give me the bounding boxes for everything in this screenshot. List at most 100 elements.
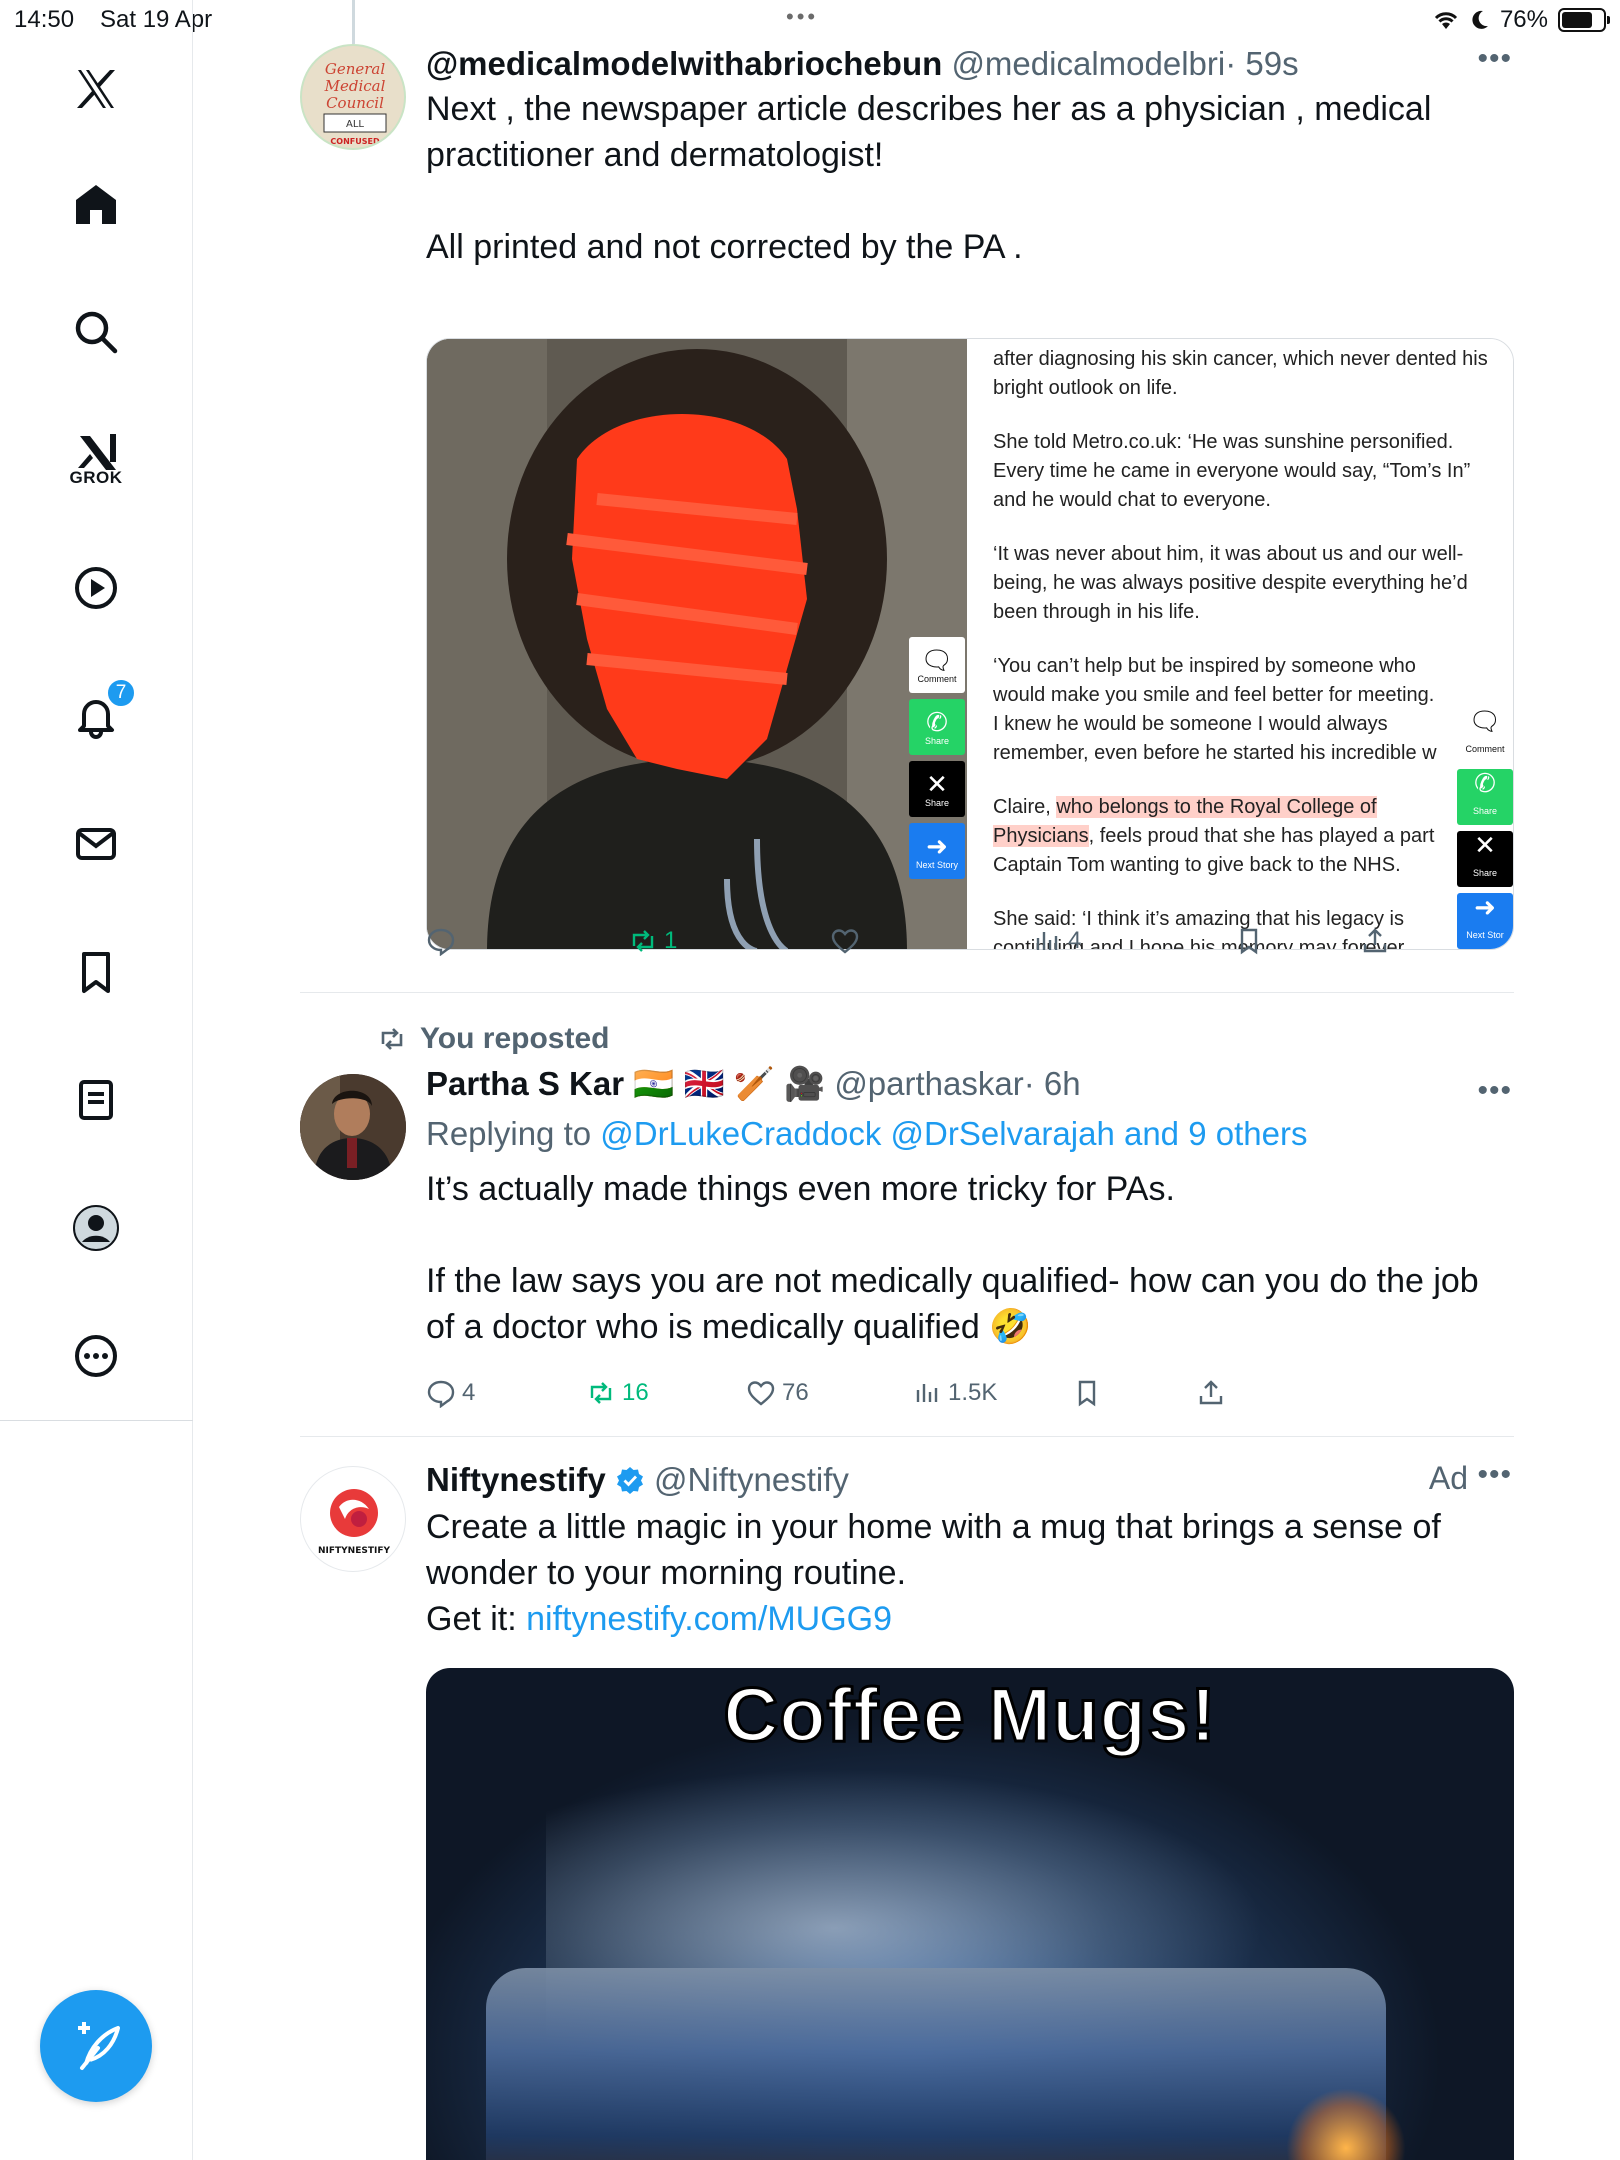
bookmark-button[interactable]	[1234, 926, 1264, 956]
bookmarks-icon[interactable]	[62, 938, 130, 1006]
arrow-right-icon: ➜	[1474, 891, 1496, 922]
tweet-text: Create a little magic in your home with …	[426, 1508, 1451, 1592]
reply-button[interactable]: 4	[426, 1378, 475, 1408]
lists-icon[interactable]	[62, 1066, 130, 1134]
niftynestify-logo: NIFTYNESTIFY	[318, 1489, 390, 1556]
reply-icon	[427, 928, 455, 956]
tweet-header: @medicalmodelwithabriochebun @medicalmod…	[426, 44, 1514, 84]
like-button[interactable]: 76	[746, 1378, 809, 1408]
compose-button[interactable]	[40, 1990, 152, 2102]
reply-button[interactable]	[426, 926, 462, 956]
author-handle[interactable]: @parthaskar	[834, 1065, 1023, 1102]
share-button[interactable]	[1360, 926, 1390, 956]
more-options-icon[interactable]: •••	[1477, 1074, 1512, 1108]
views-button[interactable]: 4	[1032, 926, 1081, 956]
bookmark-icon	[1078, 1380, 1096, 1407]
tweet-header: Partha S Kar 🇮🇳 🇬🇧 🏏 🎥 @parthaskar· 6h	[426, 1064, 1514, 1104]
author-handle[interactable]: @medicalmodelbri	[951, 45, 1225, 82]
more-options-icon[interactable]: •••	[1477, 42, 1512, 76]
comment-share-button[interactable]: 🗨 Comment	[909, 637, 965, 693]
status-bar: 14:50 Sat 19 Apr ••• 76%	[0, 0, 1620, 40]
author-name[interactable]: @medicalmodelwithabriochebun	[426, 45, 942, 82]
messages-icon[interactable]	[62, 810, 130, 878]
comment-bubble-icon: 🗨	[920, 645, 954, 675]
reply-icon	[427, 1380, 455, 1408]
video-caption: Coffee Mugs!	[722, 1672, 1217, 1760]
tweet-text: Next , the newspaper article describes h…	[426, 90, 1432, 266]
next-story-button[interactable]: ➜ Next Story	[909, 823, 965, 879]
bookmark-button[interactable]	[1072, 1378, 1102, 1408]
ad-link[interactable]: niftynestify.com/MUGG9	[526, 1600, 892, 1638]
repost-icon	[632, 930, 654, 952]
author-name[interactable]: Niftynestify	[426, 1461, 606, 1498]
sidebar-divider	[0, 1420, 193, 1421]
author-photo	[300, 1074, 406, 1180]
whatsapp-share-button[interactable]: ✆ Share	[1457, 769, 1513, 825]
avatar-wordmark: NIFTYNESTIFY	[318, 1546, 390, 1556]
views-button[interactable]: 1.5K	[912, 1378, 997, 1408]
compose-feather-icon	[78, 2022, 120, 2070]
article-paragraph: She told Metro.co.uk: ‘He was sunshine p…	[993, 431, 1471, 511]
author-handle[interactable]: @Niftynestify	[654, 1461, 849, 1498]
avatar[interactable]: NIFTYNESTIFY	[300, 1466, 406, 1572]
heart-icon	[747, 1381, 775, 1406]
article-paragraph: ‘You can’t help but be inspired by someo…	[993, 655, 1437, 764]
tweet-link-line: Get it: niftynestify.com/MUGG9	[426, 1600, 893, 1638]
article-paragraph-highlighted: Claire, who belongs to the Royal College…	[993, 796, 1435, 876]
repost-label: You reposted	[420, 1022, 610, 1055]
tweet-actions: 4 16 76 1.5K	[426, 1378, 1514, 1418]
whatsapp-icon: ✆	[1474, 767, 1496, 798]
author-name[interactable]: Partha S Kar	[426, 1065, 624, 1102]
x-share-button[interactable]: ✕ Share	[1457, 831, 1513, 887]
repost-button[interactable]: 16	[586, 1378, 649, 1408]
whatsapp-share-button[interactable]: ✆ Share	[909, 699, 965, 755]
like-button[interactable]	[830, 926, 866, 956]
more-options-icon[interactable]: •••	[1477, 1458, 1512, 1492]
masked-portrait-image: 🗨 Comment ✆ Share ✕ Share ➜ Next Story	[427, 339, 967, 949]
bookmark-icon	[1240, 928, 1258, 955]
ad-label: Ad	[1428, 1460, 1468, 1496]
replying-to-links[interactable]: @DrLukeCraddock @DrSelvarajah and 9 othe…	[600, 1115, 1307, 1152]
thread-line	[352, 0, 355, 44]
article-screenshot: after diagnosing his skin cancer, which …	[967, 339, 1513, 949]
avatar[interactable]: General Medical Council ALL CONFUSED	[300, 44, 406, 150]
moon-icon	[1472, 10, 1488, 29]
author-flags: 🇮🇳 🇬🇧 🏏 🎥	[633, 1065, 826, 1102]
verified-badge-icon	[616, 1467, 643, 1494]
arrow-right-icon: ➜	[926, 831, 948, 861]
profile-icon[interactable]	[62, 1194, 130, 1262]
comment-share-button[interactable]: 🗨 Comment	[1457, 707, 1513, 763]
x-share-button[interactable]: ✕ Share	[909, 761, 965, 817]
home-icon[interactable]	[62, 170, 130, 238]
tweet-time[interactable]: · 6h	[1024, 1065, 1081, 1102]
more-icon[interactable]	[62, 1322, 130, 1390]
x-logo-icon[interactable]	[62, 55, 130, 123]
repost-context: You reposted	[376, 1022, 609, 1056]
grok-icon[interactable]: GROK	[62, 418, 130, 487]
share-button[interactable]	[1196, 1378, 1226, 1408]
search-icon[interactable]	[62, 298, 130, 366]
multitasking-dots[interactable]: •••	[786, 4, 818, 30]
status-right: 76%	[1432, 6, 1610, 34]
whatsapp-icon: ✆	[926, 707, 948, 737]
video-icon[interactable]	[62, 554, 130, 622]
tweet-header: Niftynestify @Niftynestify	[426, 1460, 1514, 1500]
share-buttons: 🗨 Comment ✆ Share ✕ Share ➜ Next Story	[909, 637, 965, 879]
tweet-divider	[300, 1436, 1514, 1437]
share-icon	[1363, 928, 1387, 953]
article-paragraph: after diagnosing his skin cancer, which …	[993, 348, 1488, 399]
notifications-icon[interactable]: 7	[62, 678, 136, 750]
x-icon: ✕	[926, 769, 948, 799]
ad-video-media[interactable]: Coffee Mugs!	[426, 1668, 1514, 2160]
tweet-time[interactable]: · 59s	[1225, 45, 1298, 82]
heart-icon	[831, 929, 859, 954]
views-chart-icon	[916, 1384, 938, 1402]
avatar[interactable]	[300, 1074, 406, 1180]
tweet-media[interactable]: 🗨 Comment ✆ Share ✕ Share ➜ Next Story after…	[426, 338, 1514, 950]
grok-label: GROK	[69, 468, 123, 487]
avatar-text-3: Council	[326, 94, 384, 112]
repost-button[interactable]: 1	[628, 926, 677, 956]
battery-icon	[1558, 8, 1610, 32]
tweet-divider	[300, 992, 1514, 993]
glow-image	[1286, 2088, 1406, 2160]
